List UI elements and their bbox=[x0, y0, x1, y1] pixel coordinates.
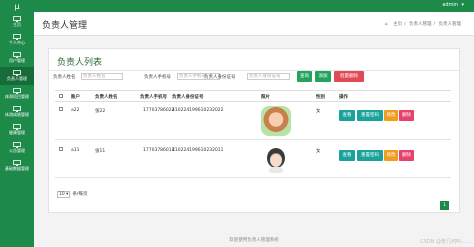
sidebar-item[interactable]: 个人中心 bbox=[0, 31, 34, 49]
delete-button[interactable]: 删除 bbox=[399, 110, 414, 121]
reset-password-button[interactable]: 重置密码 bbox=[357, 150, 383, 161]
sidebar-item[interactable]: 体测项目管理 bbox=[0, 85, 34, 103]
sidebar-item-label: 个人中心 bbox=[9, 40, 25, 45]
idcard-search-input[interactable]: 负责人身份证号 bbox=[247, 73, 290, 80]
select-all-checkbox[interactable] bbox=[59, 94, 63, 98]
breadcrumb-current: 负责人管理 bbox=[438, 22, 462, 27]
sidebar-item-label: 用户管理 bbox=[9, 58, 25, 63]
home-icon: ⌂ bbox=[384, 22, 388, 27]
page-header: 负责人管理 ⌂ 主页 / 负责人管理 / 负责人管理 bbox=[34, 12, 474, 36]
sidebar-item[interactable]: 基础数据管理 bbox=[0, 157, 34, 175]
avatar-photo bbox=[261, 144, 291, 174]
header-phone: 负责人手机号 bbox=[140, 95, 167, 100]
topbar: admin ▾ bbox=[34, 0, 474, 12]
cell-idcard: 410224199610232022 bbox=[172, 108, 224, 113]
name-search-input[interactable]: 负责人姓名 bbox=[81, 73, 123, 80]
footer: 欢迎使用负责人管理系统 bbox=[229, 238, 279, 243]
avatar-illustration bbox=[267, 148, 285, 173]
sidebar-item-label: 主页 bbox=[13, 22, 21, 27]
sidebar-item-label: 负责人管理 bbox=[7, 76, 27, 81]
header-actions: 操作 bbox=[339, 95, 348, 100]
idcard-label: 负责人身份证号 bbox=[204, 75, 236, 80]
page-button-current[interactable]: 1 bbox=[440, 201, 449, 210]
page-size-value: 10 bbox=[59, 192, 65, 197]
chevron-down-icon[interactable]: ▾ bbox=[461, 2, 464, 8]
panel-divider bbox=[49, 70, 459, 71]
breadcrumb: ⌂ 主页 / 负责人管理 / 负责人管理 bbox=[384, 22, 462, 27]
cell-name: 张22 bbox=[95, 109, 106, 114]
add-button[interactable]: 添加 bbox=[315, 71, 331, 82]
table-row: a22 张22 17703786022 410224199610232022 女… bbox=[55, 102, 451, 140]
header-gender: 性别 bbox=[316, 95, 325, 100]
batch-delete-button[interactable]: 批量删除 bbox=[334, 71, 364, 82]
avatar-photo bbox=[261, 106, 291, 136]
sidebar-item-label: 体测项目管理 bbox=[5, 94, 29, 99]
watermark: CSDN @普几何叫…… bbox=[420, 239, 471, 245]
cell-gender: 女 bbox=[316, 109, 321, 114]
page-size-select[interactable]: 10 ▾ bbox=[57, 191, 71, 198]
view-button[interactable]: 查看 bbox=[339, 150, 355, 161]
edit-button[interactable]: 修改 bbox=[384, 110, 398, 121]
sidebar-item-label: 健康管理 bbox=[9, 130, 25, 135]
app-logo: μ bbox=[14, 2, 20, 11]
app-root: μ 主页 个人中心 用户管理 负责人管理 体测项目管理 体测成绩管理 健康管理 公告管理 基础数… bbox=[0, 0, 474, 247]
cell-idcard: 410224199610232011 bbox=[172, 148, 224, 153]
sidebar-item-label: 体测成绩管理 bbox=[5, 112, 29, 117]
sidebar-item-label: 基础数据管理 bbox=[5, 166, 29, 171]
name-label: 负责人姓名 bbox=[53, 75, 76, 80]
chevron-down-icon: ▾ bbox=[66, 192, 69, 197]
header-name: 负责人姓名 bbox=[95, 95, 118, 100]
cell-account: a22 bbox=[71, 108, 80, 113]
sidebar-item[interactable]: 负责人管理 bbox=[0, 67, 34, 85]
edit-button[interactable]: 修改 bbox=[384, 150, 398, 161]
cell-phone: 17703786022 bbox=[143, 108, 175, 113]
page-size-suffix: 条/每页 bbox=[72, 192, 88, 197]
search-button[interactable]: 查询 bbox=[297, 71, 312, 82]
cell-account: a11 bbox=[71, 148, 80, 153]
sidebar: μ 主页个人中心用户管理负责人管理体测项目管理 体测成绩管理 健康管理公告管理基础数… bbox=[0, 0, 34, 247]
cell-phone: 17703786011 bbox=[143, 148, 175, 153]
header-account: 账户 bbox=[71, 95, 80, 100]
table-row: a11 张11 17703786011 410224199610232011 女… bbox=[55, 140, 451, 178]
row-checkbox[interactable] bbox=[59, 107, 63, 111]
header-photo: 照片 bbox=[261, 95, 270, 100]
sidebar-item[interactable]: 用户管理 bbox=[0, 49, 34, 67]
user-menu[interactable]: admin bbox=[442, 2, 458, 8]
breadcrumb-item[interactable]: 负责人管理 bbox=[409, 22, 432, 27]
cell-name: 张11 bbox=[95, 149, 106, 154]
phone-label: 负责人手机号 bbox=[144, 75, 171, 80]
row-checkbox[interactable] bbox=[59, 147, 63, 151]
page-title: 负责人管理 bbox=[42, 21, 88, 31]
table-header: 账户 负责人姓名 负责人手机号 负责人身份证号 照片 性别 操作 bbox=[55, 90, 451, 102]
sidebar-item[interactable]: 健康管理 bbox=[0, 121, 34, 139]
cell-gender: 女 bbox=[316, 149, 321, 154]
panel-title: 负责人列表 bbox=[57, 58, 103, 68]
page-size-control: 10 ▾ 条/每页 bbox=[57, 191, 87, 198]
header-idcard: 负责人身份证号 bbox=[172, 95, 204, 100]
view-button[interactable]: 查看 bbox=[339, 110, 355, 121]
sidebar-item-label: 公告管理 bbox=[9, 148, 25, 153]
sidebar-item[interactable]: 公告管理 bbox=[0, 139, 34, 157]
reset-password-button[interactable]: 重置密码 bbox=[357, 110, 383, 121]
breadcrumb-home[interactable]: 主页 bbox=[393, 22, 402, 27]
sidebar-item[interactable]: 体测成绩管理 bbox=[0, 103, 34, 121]
delete-button[interactable]: 删除 bbox=[399, 150, 414, 161]
sidebar-item[interactable]: 主页 bbox=[0, 13, 34, 31]
